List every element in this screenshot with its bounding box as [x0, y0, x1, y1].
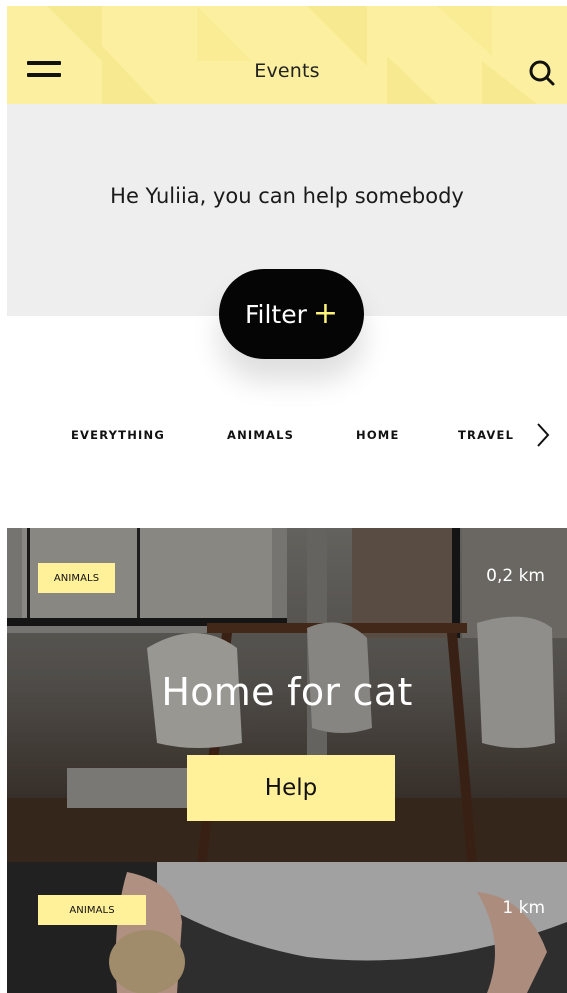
- filter-button[interactable]: Filter +: [219, 269, 364, 359]
- header-pattern: [47, 6, 537, 104]
- greeting-text: He Yuliia, you can help somebody: [110, 184, 464, 208]
- event-category-tag: ANIMALS: [38, 895, 146, 925]
- app-header: Events: [7, 6, 567, 104]
- page-title: Events: [254, 60, 320, 82]
- search-icon[interactable]: [527, 58, 557, 88]
- event-card[interactable]: ANIMALS 0,2 km Home for cat Help: [7, 528, 567, 862]
- category-tabs: EVERYTHING ANIMALS HOME TRAVEL: [0, 428, 567, 444]
- tab-animals[interactable]: ANIMALS: [227, 428, 294, 442]
- event-card[interactable]: ANIMALS 1 km: [7, 862, 567, 993]
- plus-icon: +: [312, 296, 339, 331]
- help-button[interactable]: Help: [187, 755, 395, 821]
- tab-home[interactable]: HOME: [356, 428, 400, 442]
- event-distance: 1 km: [502, 898, 545, 918]
- filter-label: Filter: [244, 299, 307, 329]
- event-photo: [7, 862, 567, 993]
- event-title: Home for cat: [161, 670, 413, 714]
- chevron-right-icon[interactable]: [533, 420, 553, 450]
- event-category-tag: ANIMALS: [38, 563, 115, 593]
- tab-travel[interactable]: TRAVEL: [458, 428, 514, 442]
- tab-everything[interactable]: EVERYTHING: [71, 428, 165, 442]
- event-distance: 0,2 km: [486, 566, 545, 586]
